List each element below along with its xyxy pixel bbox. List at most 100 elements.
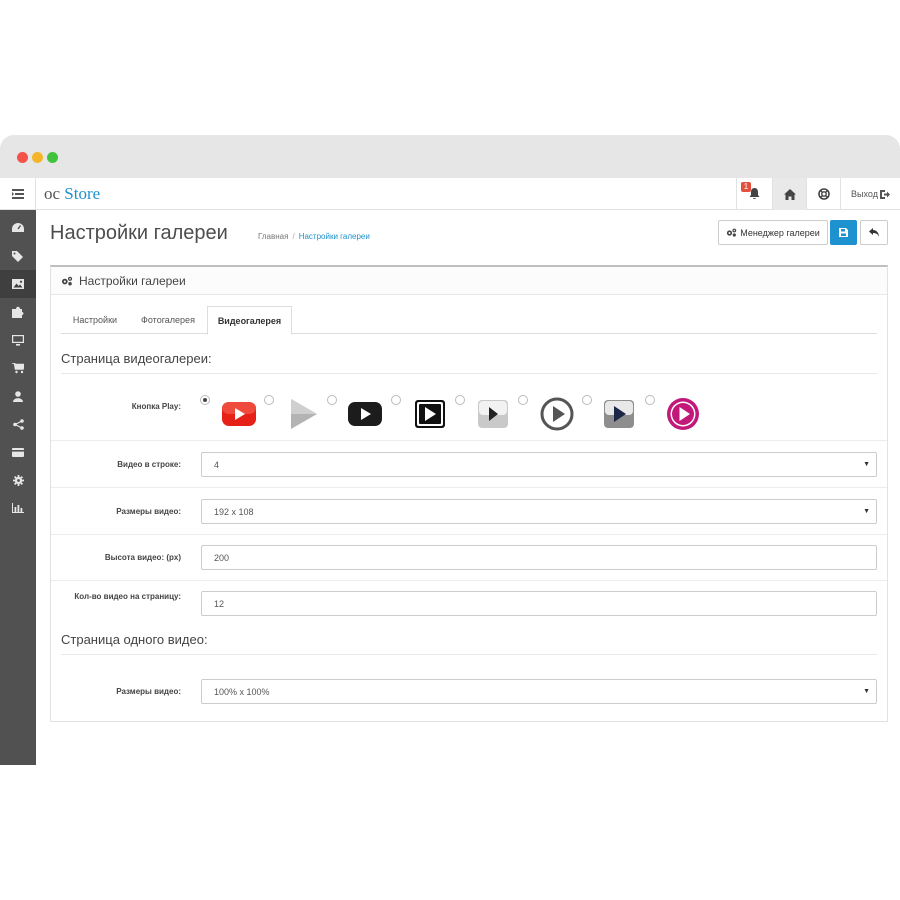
maximize-window-dot[interactable] [47, 152, 58, 163]
monitor-icon [12, 334, 24, 346]
single-video-size-label: Размеры видео: [116, 687, 181, 696]
sidebar-item-design[interactable] [0, 326, 36, 354]
videos-per-row-row: Видео в строке: 4 ▼ [51, 441, 887, 488]
chevron-down-icon: ▼ [863, 688, 870, 695]
panel-heading-title: Настройки галереи [79, 273, 186, 288]
page-title: Настройки галереи [50, 222, 228, 244]
play-option-radio-dark-square[interactable] [582, 395, 592, 405]
single-video-size-row: Размеры видео: 100% x 100% ▼ [51, 665, 887, 715]
logo[interactable]: oc Store [44, 184, 100, 204]
gallery-manager-button[interactable]: Менеджер галереи [718, 220, 828, 245]
logo-prefix: oc [44, 184, 61, 203]
notification-badge: 1 [741, 182, 751, 192]
image-icon [12, 279, 24, 289]
sidebar-item-dashboard[interactable] [0, 214, 36, 242]
tab-video-gallery[interactable]: Видеогалерея [207, 306, 292, 335]
tab-bar: Настройки Фотогалерея Видеогалерея [61, 306, 877, 335]
grey-triangle-play-icon[interactable] [289, 397, 319, 431]
youtube-red-play-icon[interactable] [221, 401, 257, 427]
play-option-radio-pink-circle[interactable] [645, 395, 655, 405]
section-title-single-video: Страница одного видео: [61, 632, 877, 655]
cogs-icon [61, 276, 73, 285]
window-titlebar [0, 135, 900, 178]
play-option-radio-grey-square[interactable] [455, 395, 465, 405]
tab-photo-gallery[interactable]: Фотогалерея [129, 306, 207, 334]
settings-panel: Настройки галереи Настройки Фотогалерея … [50, 265, 888, 722]
home-icon [783, 188, 796, 200]
sidebar-item-gallery[interactable] [0, 270, 36, 298]
credit-card-icon [12, 447, 24, 457]
lifebuoy-icon [817, 188, 830, 200]
tab-settings[interactable]: Настройки [61, 306, 129, 334]
play-option-radio-grey-triangle[interactable] [264, 395, 274, 405]
video-height-row: Высота видео: (px) 200 [51, 535, 887, 581]
sidebar-item-payments[interactable] [0, 438, 36, 466]
videos-per-row-select[interactable]: 4 ▼ [201, 452, 877, 477]
minimize-window-dot[interactable] [32, 152, 43, 163]
play-button-row: Кнопка Play: [51, 377, 887, 441]
notifications-button[interactable]: 1 [736, 178, 772, 210]
sign-out-icon [879, 189, 890, 199]
sidebar-item-catalog[interactable] [0, 242, 36, 270]
video-height-label: Высота видео: (px) [104, 553, 181, 562]
cogs-icon [727, 228, 737, 237]
videos-per-page-input[interactable]: 12 [201, 591, 877, 616]
pink-circle-play-icon[interactable] [665, 396, 701, 432]
single-video-size-value: 100% x 100% [214, 686, 270, 697]
videos-per-row-label: Видео в строке: [117, 460, 181, 469]
play-option-radio-youtube-red[interactable] [200, 395, 210, 405]
videos-per-page-value: 12 [214, 598, 225, 609]
dark-square-play-icon[interactable] [603, 399, 635, 429]
top-header: oc Store 1 Выход [0, 178, 900, 210]
play-option-radio-circle-outline[interactable] [518, 395, 528, 405]
admin-app: oc Store 1 Выход Настройки галереи Главн… [0, 178, 900, 765]
black-square-play-icon[interactable] [414, 399, 446, 429]
user-icon [13, 390, 23, 402]
home-button[interactable] [772, 178, 806, 210]
bar-chart-icon [12, 503, 24, 513]
sidebar-item-system[interactable] [0, 466, 36, 494]
cart-icon [12, 362, 24, 373]
single-video-size-select[interactable]: 100% x 100% ▼ [201, 679, 877, 704]
logout-button[interactable]: Выход [840, 178, 900, 210]
video-size-value: 192 x 108 [214, 506, 254, 517]
panel-heading: Настройки галереи [51, 267, 887, 295]
video-height-input[interactable]: 200 [201, 545, 877, 570]
browser-window: oc Store 1 Выход Настройки галереи Главн… [0, 135, 900, 765]
close-window-dot[interactable] [17, 152, 28, 163]
tags-icon [12, 250, 23, 262]
grey-square-play-icon[interactable] [477, 399, 509, 429]
sidebar-item-reports[interactable] [0, 494, 36, 522]
breadcrumb: Главная / Настройки галереи [258, 232, 370, 241]
sidebar [0, 210, 36, 765]
play-option-radio-black-square[interactable] [391, 395, 401, 405]
puzzle-icon [12, 306, 24, 318]
videos-per-page-row: Кол-во видео на страницу: 12 [51, 581, 887, 627]
section-title-video-page: Страница видеогалереи: [61, 351, 877, 374]
reply-icon [869, 228, 879, 237]
save-button[interactable] [830, 220, 857, 245]
breadcrumb-current[interactable]: Настройки галереи [299, 232, 370, 241]
logo-suffix: Store [64, 184, 101, 203]
logout-label: Выход [851, 189, 878, 199]
help-button[interactable] [806, 178, 840, 210]
main-content: Настройки галереи Главная / Настройки гале… [36, 210, 900, 765]
play-option-radio-youtube-black[interactable] [327, 395, 337, 405]
circle-outline-play-icon[interactable] [539, 396, 575, 432]
sidebar-item-marketing[interactable] [0, 410, 36, 438]
video-size-select[interactable]: 192 x 108 ▼ [201, 499, 877, 524]
menu-toggle-icon[interactable] [0, 178, 36, 210]
youtube-black-play-icon[interactable] [347, 401, 383, 427]
gallery-manager-label: Менеджер галереи [740, 227, 820, 238]
sidebar-item-customers[interactable] [0, 382, 36, 410]
share-icon [12, 418, 24, 430]
back-button[interactable] [860, 220, 888, 245]
gear-icon [12, 474, 24, 486]
sidebar-item-extensions[interactable] [0, 298, 36, 326]
videos-per-row-value: 4 [214, 459, 220, 470]
video-height-value: 200 [214, 552, 230, 563]
sidebar-item-sales[interactable] [0, 354, 36, 382]
breadcrumb-home[interactable]: Главная [258, 232, 288, 241]
video-size-label: Размеры видео: [116, 507, 181, 516]
videos-per-page-label: Кол-во видео на страницу: [74, 592, 181, 601]
